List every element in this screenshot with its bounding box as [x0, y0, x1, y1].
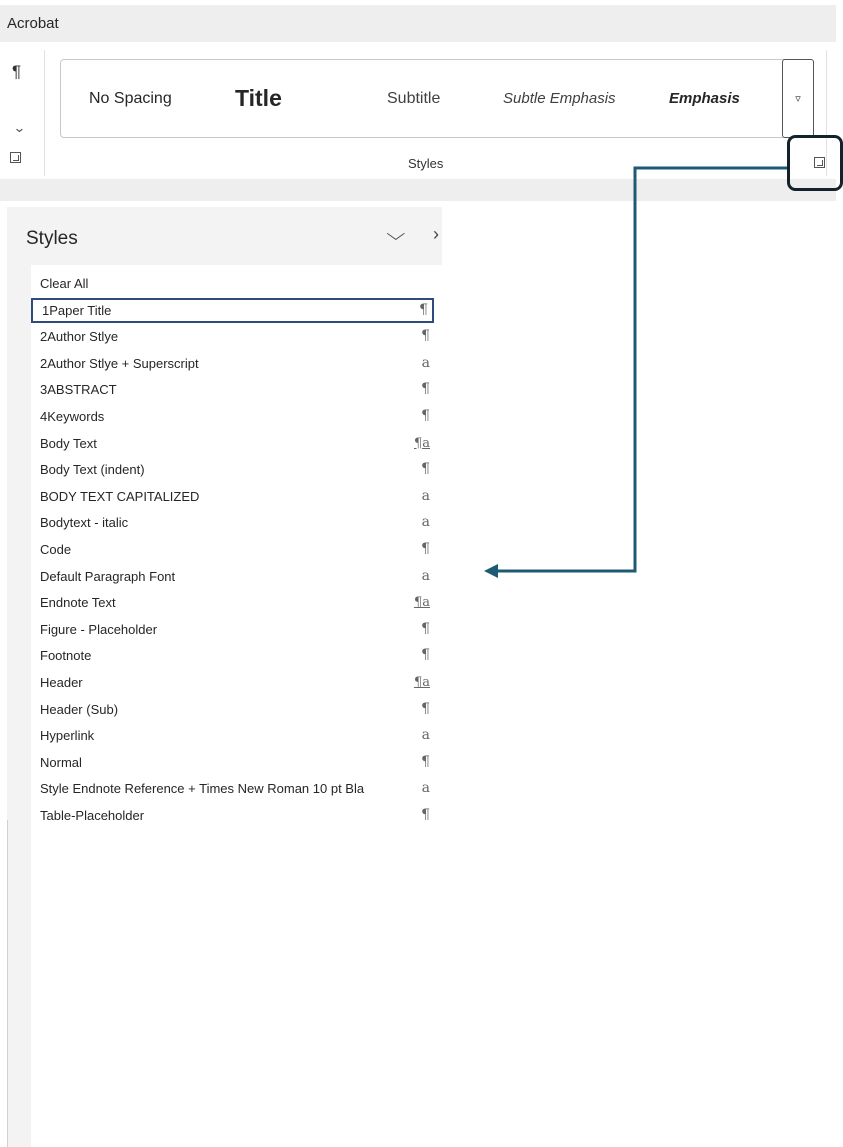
- gallery-more-icon[interactable]: ▿: [782, 59, 814, 138]
- paragraph-style-icon: ¶: [421, 620, 430, 637]
- style-name: Table-Placeholder: [40, 808, 145, 823]
- style-list-item[interactable]: Clear All: [31, 271, 434, 296]
- style-name: Endnote Text: [40, 595, 116, 611]
- style-list-item[interactable]: Style Endnote Reference + Times New Roma…: [31, 776, 434, 801]
- style-list-item[interactable]: Table-Placeholder ¶: [31, 803, 434, 828]
- linked-style-icon: ¶a: [413, 595, 430, 611]
- tab-acrobat[interactable]: Acrobat: [7, 15, 59, 32]
- character-style-icon: a: [421, 780, 430, 797]
- style-list-item[interactable]: Default Paragraph Font a: [31, 564, 434, 589]
- styles-gallery: No Spacing Title Subtitle Subtle Emphasi…: [60, 59, 814, 138]
- style-list-item[interactable]: Footnote ¶: [31, 643, 434, 668]
- style-list-item[interactable]: 2Author Stlye + Superscript a: [31, 351, 434, 376]
- style-name: Code: [40, 542, 72, 557]
- paragraph-style-icon: ¶: [421, 753, 430, 770]
- style-list-item[interactable]: Normal ¶: [31, 750, 434, 775]
- ribbon-bottom-strip: [0, 179, 836, 201]
- gallery-style-subtle-emphasis[interactable]: Subtle Emphasis: [503, 60, 615, 137]
- chevron-right-icon[interactable]: ›: [433, 224, 439, 245]
- style-list-item[interactable]: Hyperlink a: [31, 723, 434, 748]
- character-style-icon: a: [421, 354, 430, 371]
- paragraph-style-icon: ¶: [419, 301, 428, 318]
- gallery-style-emphasis[interactable]: Emphasis: [669, 60, 740, 137]
- style-name: 2Author Stlye + Superscript: [40, 355, 199, 371]
- ribbon-tab-bar: Acrobat: [0, 5, 836, 42]
- style-name: Default Paragraph Font: [40, 568, 176, 584]
- pane-title: Styles: [26, 228, 78, 249]
- style-name: 3ABSTRACT: [40, 382, 117, 398]
- style-list: Clear All 1Paper Title ¶ 2Author Stlye ¶ 2Aut…: [31, 265, 442, 1147]
- style-list-item[interactable]: 1Paper Title ¶: [31, 297, 434, 323]
- gallery-style-subtitle[interactable]: Subtitle: [387, 60, 440, 137]
- style-name: Header: [40, 675, 83, 690]
- style-name: Style Endnote Reference + Times New Roma…: [40, 781, 365, 797]
- style-name: BODY TEXT CAPITALIZED: [40, 488, 200, 504]
- style-list-item[interactable]: 3ABSTRACT ¶: [31, 377, 434, 402]
- style-list-item[interactable]: Code ¶: [31, 537, 434, 562]
- style-list-item[interactable]: Header ¶a: [31, 670, 434, 695]
- group-divider: [826, 50, 827, 176]
- paragraph-dialog-launcher-icon[interactable]: [10, 152, 21, 163]
- style-list-item[interactable]: Body Text ¶a: [31, 431, 434, 456]
- styles-pane: Styles ⌵ › Clear All 1Paper Title ¶ 2Author…: [7, 207, 442, 1147]
- pane-border: [7, 820, 8, 1147]
- style-list-item[interactable]: Figure - Placeholder ¶: [31, 617, 434, 642]
- style-name: Body Text (indent): [40, 462, 145, 478]
- style-name: 2Author Stlye: [40, 329, 119, 345]
- paragraph-style-icon: ¶: [421, 541, 430, 557]
- gallery-style-title[interactable]: Title: [235, 60, 282, 137]
- style-name: Normal: [40, 754, 82, 770]
- character-style-icon: a: [421, 727, 430, 744]
- paragraph-style-icon: ¶: [421, 647, 430, 664]
- style-list-item[interactable]: 4Keywords ¶: [31, 404, 434, 429]
- linked-style-icon: ¶a: [413, 435, 430, 451]
- styles-dialog-launcher-icon[interactable]: [814, 157, 825, 168]
- ribbon: ¶ ⌄ No Spacing Title Subtitle Subtle Emp…: [0, 42, 836, 178]
- pilcrow-icon[interactable]: ¶: [12, 62, 21, 82]
- paragraph-style-icon: ¶: [421, 408, 430, 424]
- paragraph-style-icon: ¶: [421, 328, 430, 345]
- style-list-item[interactable]: Bodytext - italic a: [31, 510, 434, 535]
- gallery-style-no-spacing[interactable]: No Spacing: [89, 60, 172, 137]
- style-list-item[interactable]: BODY TEXT CAPITALIZED a: [31, 484, 434, 509]
- callout-arrow-line: [496, 166, 787, 573]
- style-name: Footnote: [40, 648, 92, 664]
- paragraph-style-icon: ¶: [421, 700, 430, 717]
- style-name: 4Keywords: [40, 409, 105, 424]
- style-name: Figure - Placeholder: [40, 621, 158, 637]
- style-name: Body Text: [40, 435, 97, 451]
- callout-arrow-head: [484, 564, 498, 578]
- chevron-down-icon[interactable]: ⌄: [13, 120, 26, 136]
- style-name: 1Paper Title: [42, 302, 112, 318]
- style-list-item[interactable]: 2Author Stlye ¶: [31, 324, 434, 349]
- style-name: Hyperlink: [40, 728, 95, 744]
- linked-style-icon: ¶a: [413, 675, 430, 690]
- styles-group-label: Styles: [408, 156, 444, 171]
- paragraph-style-icon: ¶: [421, 807, 430, 823]
- style-list-item[interactable]: Endnote Text ¶a: [31, 590, 434, 615]
- style-name: Bodytext - italic: [40, 515, 129, 531]
- paragraph-style-icon: ¶: [421, 381, 430, 398]
- character-style-icon: a: [421, 567, 430, 584]
- style-list-item[interactable]: Body Text (indent) ¶: [31, 457, 434, 482]
- group-divider: [44, 50, 45, 176]
- character-style-icon: a: [421, 487, 430, 504]
- style-name: Header (Sub): [40, 701, 119, 717]
- style-list-item[interactable]: Header (Sub) ¶: [31, 697, 434, 722]
- paragraph-style-icon: ¶: [421, 461, 430, 478]
- chevron-down-icon[interactable]: ⌵: [386, 224, 405, 245]
- character-style-icon: a: [421, 514, 430, 531]
- style-name: Clear All: [40, 276, 89, 291]
